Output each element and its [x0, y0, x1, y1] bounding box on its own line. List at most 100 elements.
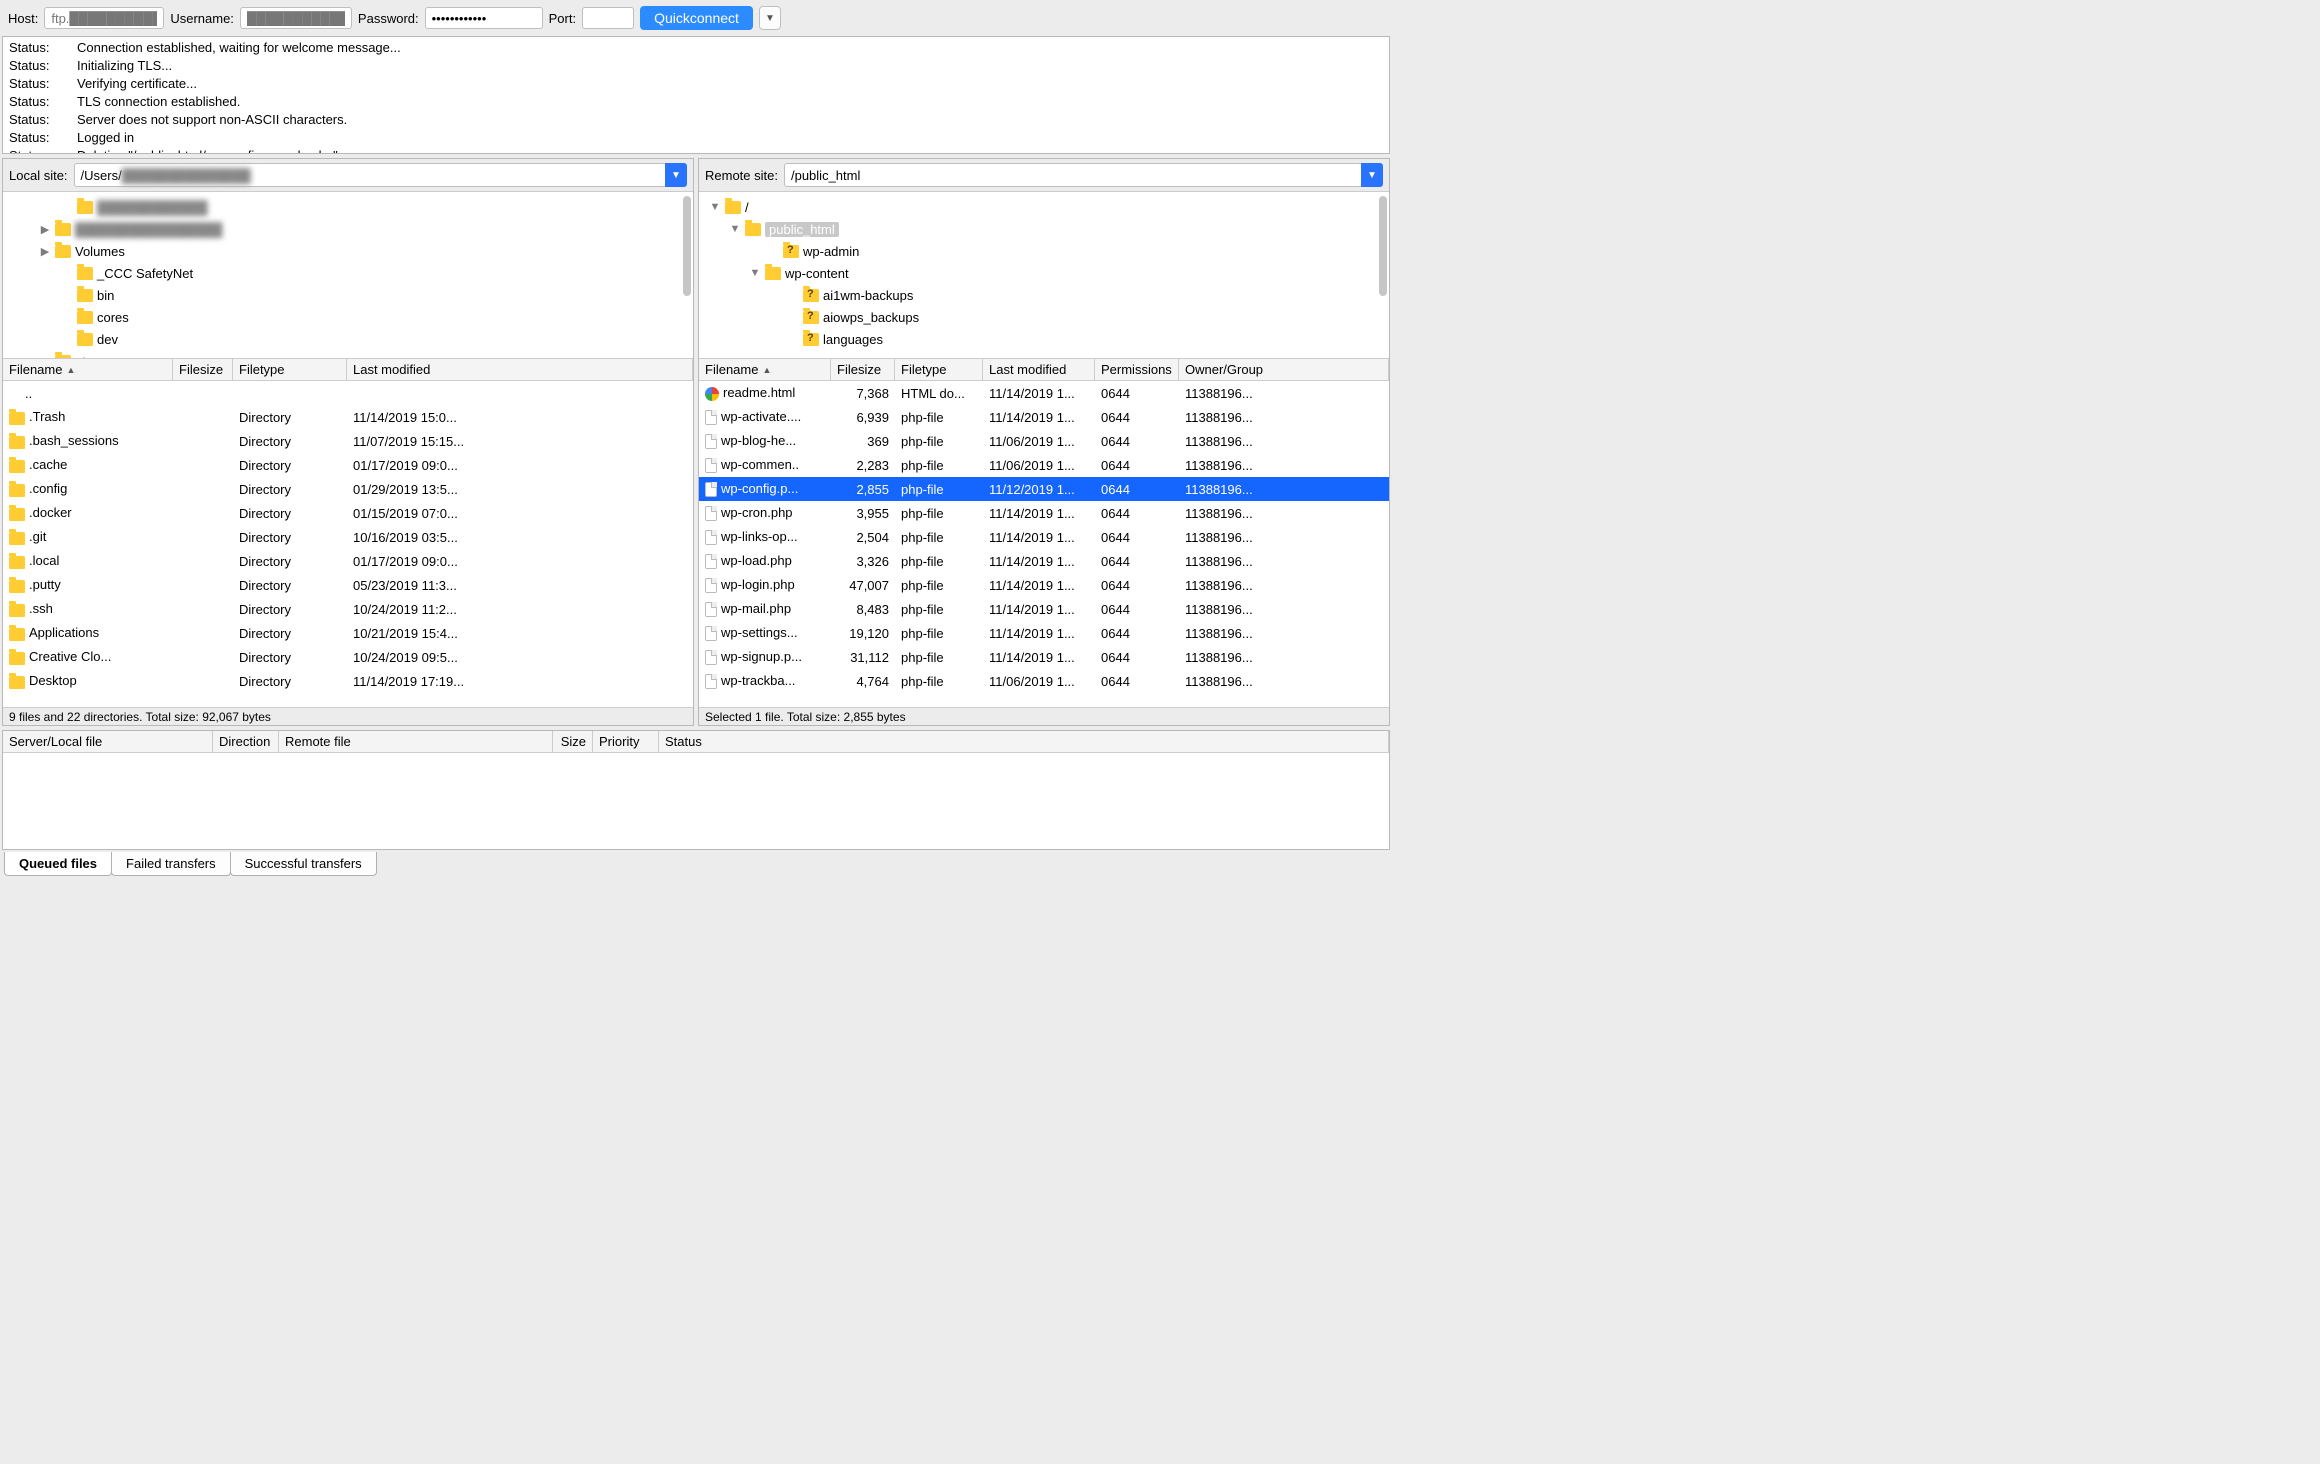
- disclosure-triangle-icon[interactable]: [61, 311, 73, 323]
- disclosure-triangle-icon[interactable]: ▶: [39, 245, 51, 257]
- col-modified[interactable]: Last modified: [347, 359, 693, 380]
- host-input[interactable]: [44, 7, 164, 29]
- file-row[interactable]: wp-cron.php3,955php-file11/14/2019 1...0…: [699, 501, 1389, 525]
- col-modified[interactable]: Last modified: [983, 359, 1095, 380]
- col-remote-file[interactable]: Remote file: [279, 731, 553, 752]
- file-row[interactable]: Creative Clo...Directory10/24/2019 09:5.…: [3, 645, 693, 669]
- file-row[interactable]: wp-mail.php8,483php-file11/14/2019 1...0…: [699, 597, 1389, 621]
- file-row[interactable]: wp-trackba...4,764php-file11/06/2019 1..…: [699, 669, 1389, 693]
- col-owner[interactable]: Owner/Group: [1179, 359, 1389, 380]
- scrollbar[interactable]: [683, 196, 691, 296]
- local-path-dropdown[interactable]: ▼: [665, 163, 687, 187]
- file-row[interactable]: .puttyDirectory05/23/2019 11:3...: [3, 573, 693, 597]
- message-log[interactable]: Status:Connection established, waiting f…: [2, 36, 1390, 154]
- col-server-file[interactable]: Server/Local file: [3, 731, 213, 752]
- scrollbar[interactable]: [1379, 196, 1387, 296]
- disclosure-triangle-icon[interactable]: [787, 311, 799, 323]
- tree-node[interactable]: ▶████████████████: [3, 218, 693, 240]
- file-row[interactable]: .sshDirectory10/24/2019 11:2...: [3, 597, 693, 621]
- username-input[interactable]: [240, 7, 352, 29]
- local-path-input[interactable]: /Users/ ██████████████: [74, 163, 681, 187]
- quickconnect-history-button[interactable]: ▼: [759, 6, 781, 30]
- remote-tree[interactable]: ▼/▼public_htmlwp-admin▼wp-contentai1wm-b…: [699, 191, 1389, 359]
- col-size[interactable]: Size: [553, 731, 593, 752]
- disclosure-triangle-icon[interactable]: ▼: [729, 223, 741, 235]
- disclosure-triangle-icon[interactable]: [61, 289, 73, 301]
- col-direction[interactable]: Direction: [213, 731, 279, 752]
- cell-filesize: 369: [831, 434, 895, 449]
- tree-node[interactable]: bin: [3, 284, 693, 306]
- tree-node[interactable]: ▼public_html: [699, 218, 1389, 240]
- file-row[interactable]: wp-links-op...2,504php-file11/14/2019 1.…: [699, 525, 1389, 549]
- disclosure-triangle-icon[interactable]: [61, 333, 73, 345]
- tree-node[interactable]: ▼/: [699, 196, 1389, 218]
- remote-path-dropdown[interactable]: ▼: [1361, 163, 1383, 187]
- file-row[interactable]: ApplicationsDirectory10/21/2019 15:4...: [3, 621, 693, 645]
- disclosure-triangle-icon[interactable]: [767, 245, 779, 257]
- tree-node[interactable]: _CCC SafetyNet: [3, 262, 693, 284]
- col-filename[interactable]: Filename▲: [3, 359, 173, 380]
- disclosure-triangle-icon[interactable]: ▼: [709, 201, 721, 213]
- local-file-header[interactable]: Filename▲ Filesize Filetype Last modifie…: [3, 359, 693, 381]
- log-row: Status:Verifying certificate...: [9, 75, 1383, 93]
- disclosure-triangle-icon[interactable]: ▶: [39, 223, 51, 235]
- file-row[interactable]: .dockerDirectory01/15/2019 07:0...: [3, 501, 693, 525]
- disclosure-triangle-icon[interactable]: [61, 267, 73, 279]
- file-row[interactable]: wp-settings...19,120php-file11/14/2019 1…: [699, 621, 1389, 645]
- tree-node[interactable]: ▶Volumes: [3, 240, 693, 262]
- tree-node[interactable]: languages: [699, 328, 1389, 350]
- file-row[interactable]: .gitDirectory10/16/2019 03:5...: [3, 525, 693, 549]
- queue-body[interactable]: [3, 753, 1389, 849]
- file-row[interactable]: wp-signup.p...31,112php-file11/14/2019 1…: [699, 645, 1389, 669]
- tree-node[interactable]: ████████████: [3, 196, 693, 218]
- transfer-queue[interactable]: Server/Local file Direction Remote file …: [2, 730, 1390, 850]
- cell-filetype: Directory: [233, 506, 347, 521]
- queue-header[interactable]: Server/Local file Direction Remote file …: [3, 731, 1389, 753]
- file-row[interactable]: .bash_sessionsDirectory11/07/2019 15:15.…: [3, 429, 693, 453]
- col-permissions[interactable]: Permissions: [1095, 359, 1179, 380]
- col-priority[interactable]: Priority: [593, 731, 659, 752]
- file-row[interactable]: wp-commen..2,283php-file11/06/2019 1...0…: [699, 453, 1389, 477]
- col-filesize[interactable]: Filesize: [831, 359, 895, 380]
- tree-node[interactable]: ▼wp-content: [699, 262, 1389, 284]
- disclosure-triangle-icon[interactable]: ▼: [749, 267, 761, 279]
- file-row[interactable]: wp-blog-he...369php-file11/06/2019 1...0…: [699, 429, 1389, 453]
- disclosure-triangle-icon[interactable]: [787, 333, 799, 345]
- remote-path-input[interactable]: /public_html: [784, 163, 1377, 187]
- file-row[interactable]: wp-config.p...2,855php-file11/12/2019 1.…: [699, 477, 1389, 501]
- col-status[interactable]: Status: [659, 731, 1389, 752]
- tree-node[interactable]: cores: [3, 306, 693, 328]
- tree-node[interactable]: wp-admin: [699, 240, 1389, 262]
- file-row[interactable]: .TrashDirectory11/14/2019 15:0...: [3, 405, 693, 429]
- file-row[interactable]: ..: [3, 381, 693, 405]
- local-tree[interactable]: ████████████▶████████████████▶Volumes_CC…: [3, 191, 693, 359]
- tree-node[interactable]: aiowps_backups: [699, 306, 1389, 328]
- password-input[interactable]: [425, 7, 543, 29]
- col-filename[interactable]: Filename▲: [699, 359, 831, 380]
- tree-node[interactable]: dev: [3, 328, 693, 350]
- col-filesize[interactable]: Filesize: [173, 359, 233, 380]
- remote-file-list[interactable]: Filename▲ Filesize Filetype Last modifie…: [699, 359, 1389, 707]
- file-row[interactable]: .cacheDirectory01/17/2019 09:0...: [3, 453, 693, 477]
- tab-failed-transfers[interactable]: Failed transfers: [111, 852, 231, 876]
- file-row[interactable]: DesktopDirectory11/14/2019 17:19...: [3, 669, 693, 693]
- file-row[interactable]: .localDirectory01/17/2019 09:0...: [3, 549, 693, 573]
- file-row[interactable]: .configDirectory01/29/2019 13:5...: [3, 477, 693, 501]
- file-row[interactable]: wp-login.php47,007php-file11/14/2019 1..…: [699, 573, 1389, 597]
- cell-permissions: 0644: [1095, 674, 1179, 689]
- port-input[interactable]: [582, 7, 634, 29]
- disclosure-triangle-icon[interactable]: [61, 201, 73, 213]
- col-filetype[interactable]: Filetype: [895, 359, 983, 380]
- file-row[interactable]: readme.html7,368HTML do...11/14/2019 1..…: [699, 381, 1389, 405]
- file-row[interactable]: wp-activate....6,939php-file11/14/2019 1…: [699, 405, 1389, 429]
- quickconnect-button[interactable]: Quickconnect: [640, 6, 753, 30]
- tab-queued-files[interactable]: Queued files: [4, 852, 112, 876]
- col-filetype[interactable]: Filetype: [233, 359, 347, 380]
- file-row[interactable]: wp-load.php3,326php-file11/14/2019 1...0…: [699, 549, 1389, 573]
- tree-node[interactable]: ▶etc: [3, 350, 693, 359]
- local-file-list[interactable]: Filename▲ Filesize Filetype Last modifie…: [3, 359, 693, 707]
- disclosure-triangle-icon[interactable]: [787, 289, 799, 301]
- remote-file-header[interactable]: Filename▲ Filesize Filetype Last modifie…: [699, 359, 1389, 381]
- tab-successful-transfers[interactable]: Successful transfers: [230, 852, 377, 876]
- tree-node[interactable]: ai1wm-backups: [699, 284, 1389, 306]
